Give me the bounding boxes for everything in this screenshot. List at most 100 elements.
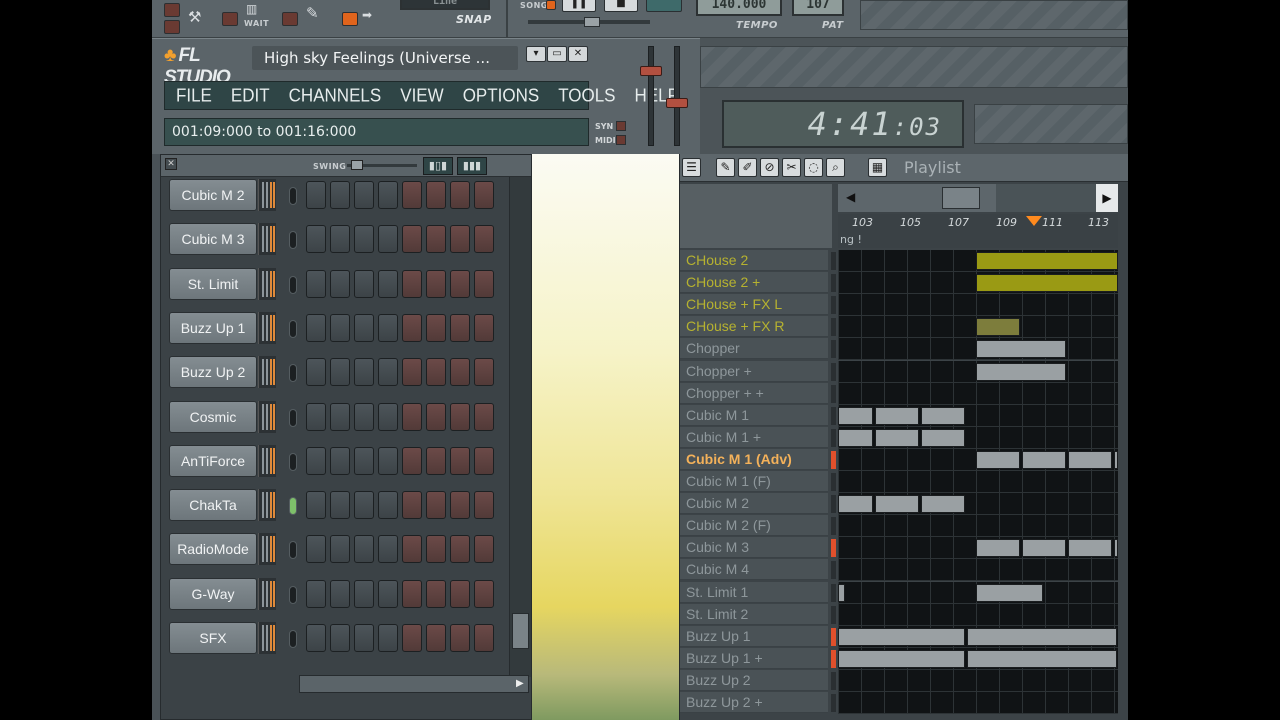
channel-volume-meter[interactable] — [258, 311, 276, 344]
swing-knob[interactable] — [351, 160, 363, 170]
pattern-clip[interactable] — [1068, 539, 1112, 558]
step-button[interactable] — [330, 579, 350, 608]
channel-button[interactable]: G-Way — [169, 577, 257, 610]
scroll-right-icon[interactable]: ▶ — [516, 678, 524, 689]
keyboard-editor-icon[interactable]: ▮▮▮ — [457, 157, 487, 175]
pattern-clip[interactable] — [920, 428, 965, 447]
step-button[interactable] — [354, 535, 374, 564]
track-lane[interactable] — [838, 272, 1118, 295]
track-marker[interactable] — [831, 450, 836, 469]
track-name[interactable]: Cubic M 3 — [680, 537, 828, 559]
pattern-clip[interactable] — [838, 583, 846, 602]
rack-scrollbar[interactable] — [509, 177, 531, 677]
channel-button[interactable]: AnTiForce — [169, 444, 257, 477]
track-name[interactable]: Cubic M 1 (Adv) — [680, 448, 828, 470]
track-name[interactable]: Cubic M 4 — [680, 559, 828, 581]
track-marker[interactable] — [831, 539, 836, 558]
step-button[interactable] — [306, 402, 326, 431]
channel-volume-meter[interactable] — [258, 179, 276, 211]
channel-volume-meter[interactable] — [258, 622, 276, 654]
step-button[interactable] — [306, 624, 326, 652]
step-button[interactable] — [474, 535, 494, 564]
step-button[interactable] — [378, 225, 398, 254]
step-button[interactable] — [378, 358, 398, 387]
timeline-ruler[interactable]: 103 105 107 109 111 113 ng ! — [838, 214, 1118, 248]
track-name[interactable]: Chopper + + — [680, 382, 828, 404]
minimize-icon[interactable]: ▾ — [526, 46, 546, 62]
channel-volume-meter[interactable] — [258, 223, 276, 256]
step-button[interactable] — [402, 402, 422, 431]
track-lane[interactable] — [838, 360, 1118, 383]
channel-button[interactable]: Buzz Up 2 — [169, 356, 257, 389]
track-lane[interactable] — [838, 426, 1118, 449]
channel-volume-meter[interactable] — [258, 577, 276, 610]
step-button[interactable] — [450, 535, 470, 564]
track-name[interactable]: Cubic M 2 (F) — [680, 515, 828, 537]
channel-volume-meter[interactable] — [258, 444, 276, 477]
step-button[interactable] — [402, 579, 422, 608]
channel-volume-meter[interactable] — [258, 267, 276, 300]
step-button[interactable] — [330, 535, 350, 564]
step-button[interactable] — [306, 446, 326, 475]
track-lane[interactable] — [838, 537, 1118, 560]
step-button[interactable] — [450, 491, 470, 520]
track-lane[interactable] — [838, 382, 1118, 405]
step-button[interactable] — [330, 402, 350, 431]
channel-button[interactable]: RadioMode — [169, 533, 257, 566]
close-icon[interactable]: ✕ — [165, 158, 177, 170]
channel-select-led[interactable] — [289, 187, 297, 205]
master-pitch-track[interactable] — [674, 46, 680, 146]
pattern-clip[interactable] — [874, 428, 919, 447]
step-button[interactable] — [474, 579, 494, 608]
step-button[interactable] — [354, 269, 374, 298]
master-volume-track[interactable] — [648, 46, 654, 146]
channel-button[interactable]: Cubic M 3 — [169, 223, 257, 256]
pattern-clip[interactable] — [976, 340, 1066, 359]
scroll-left-icon[interactable]: ◀ — [846, 190, 855, 204]
typing-keyboard-toggle[interactable] — [342, 12, 358, 26]
pattern-clip[interactable] — [874, 406, 919, 425]
track-marker[interactable] — [831, 362, 836, 381]
zoom-icon[interactable]: ⌕ — [826, 158, 845, 177]
track-lane[interactable] — [838, 316, 1118, 339]
step-edit-toggle[interactable] — [282, 12, 298, 26]
step-button[interactable] — [330, 225, 350, 254]
step-button[interactable] — [306, 313, 326, 342]
pattern-clip[interactable] — [838, 428, 873, 447]
channel-volume-meter[interactable] — [258, 356, 276, 389]
step-button[interactable] — [378, 402, 398, 431]
step-button[interactable] — [402, 358, 422, 387]
channel-button[interactable]: ChakTa — [169, 489, 257, 522]
step-button[interactable] — [378, 181, 398, 209]
channel-select-led[interactable] — [289, 231, 297, 250]
channel-button[interactable]: St. Limit — [169, 267, 257, 300]
pattern-clip[interactable] — [920, 406, 965, 425]
step-button[interactable] — [426, 446, 446, 475]
playhead-marker[interactable] — [1026, 216, 1042, 226]
step-button[interactable] — [450, 225, 470, 254]
pattern-clip[interactable] — [1114, 539, 1118, 558]
step-button[interactable] — [402, 491, 422, 520]
overdub-toggle[interactable] — [164, 20, 180, 34]
step-button[interactable] — [426, 491, 446, 520]
pattern-clip[interactable] — [976, 539, 1020, 558]
track-marker[interactable] — [831, 406, 836, 425]
step-button[interactable] — [354, 402, 374, 431]
pattern-clip[interactable] — [1022, 539, 1066, 558]
step-button[interactable] — [330, 313, 350, 342]
scroll-track[interactable] — [996, 184, 1096, 212]
track-name[interactable]: Buzz Up 1 — [680, 625, 828, 647]
track-lane[interactable] — [838, 338, 1118, 361]
pattern-clip[interactable] — [976, 318, 1020, 337]
step-button[interactable] — [474, 358, 494, 387]
menu-tools[interactable]: TOOLS — [547, 85, 623, 107]
stop-button[interactable]: ■ — [604, 0, 638, 12]
step-button[interactable] — [330, 491, 350, 520]
step-button[interactable] — [306, 225, 326, 254]
channel-button[interactable]: Cubic M 2 — [169, 179, 257, 211]
menu-view[interactable]: VIEW — [389, 85, 451, 107]
step-button[interactable] — [306, 579, 326, 608]
snap-selector[interactable]: Line — [400, 0, 490, 10]
track-lane[interactable] — [838, 581, 1118, 604]
step-button[interactable] — [354, 225, 374, 254]
